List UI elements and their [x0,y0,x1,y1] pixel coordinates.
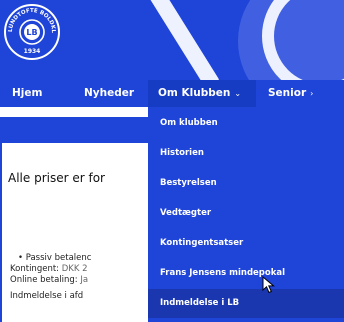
online-label: Online betaling: [10,275,81,285]
kontingent-label: Kontingent: [10,264,62,274]
nav-label: Nyheder [84,87,135,99]
mouse-cursor-icon [262,276,275,294]
nav-item-hjem[interactable]: Hjem [12,80,42,107]
om-klubben-dropdown: Om klubben Historien Bestyrelsen Vedtægt… [148,107,344,322]
header-banner: LB LUNDTOFTE BOLDKLUB 1934 [0,0,344,80]
nav-label: Om Klubben [158,87,231,99]
dropdown-item-om-klubben[interactable]: Om klubben [148,109,344,138]
list-item-text: Passiv betalenc [25,253,92,263]
chevron-down-icon: ⌄ [234,89,242,98]
dropdown-item-label: Vedtægter [160,208,212,218]
dropdown-item-kontingentsatser[interactable]: Kontingentsatser [148,229,344,258]
dropdown-item-label: Indmeldelse i LB [160,298,240,308]
dropdown-item-label: Om klubben [160,118,218,128]
dropdown-item-bestyrelsen[interactable]: Bestyrelsen [148,169,344,198]
nav-item-nyheder[interactable]: Nyheder [84,80,134,107]
indmeldelse-text: Indmeldelse i afd [10,291,84,301]
dropdown-item-label: Historien [160,148,204,158]
banner-decor-ring [262,0,344,80]
list-item: • Passiv betalenc [18,253,92,263]
chevron-right-icon: › [310,89,314,98]
nav-label: Senior [268,87,307,99]
online-value: Ja [80,275,89,285]
kontingent-line: Kontingent: DKK 2 [10,264,88,274]
dropdown-item-label: Bestyrelsen [160,178,217,188]
main-nav: Hjem Nyheder Om Klubben ⌄ Senior › [0,80,344,107]
content-card-header [2,119,162,143]
nav-item-om-klubben[interactable]: Om Klubben ⌄ [148,80,256,107]
dropdown-item-label: Kontingentsatser [160,238,244,248]
dropdown-item-indmeldelse[interactable]: Indmeldelse i LB [148,289,344,318]
kontingent-value: DKK 2 [61,264,88,274]
page-heading: Alle priser er for [8,171,105,185]
dropdown-item-historien[interactable]: Historien [148,139,344,168]
logo-monogram: LB [26,28,37,37]
dropdown-item-vedtaegter[interactable]: Vedtægter [148,199,344,228]
nav-label: Hjem [12,87,43,99]
online-line: Online betaling: Ja [10,275,88,285]
dropdown-item-frans-jensens-mindepokal[interactable]: Frans Jensens mindepokal [148,259,344,288]
logo-year: 1934 [24,48,41,55]
club-crest-icon[interactable]: LB LUNDTOFTE BOLDKLUB 1934 [3,3,61,61]
banner-decor-stroke [143,0,221,80]
nav-item-senior[interactable]: Senior › [268,80,313,107]
